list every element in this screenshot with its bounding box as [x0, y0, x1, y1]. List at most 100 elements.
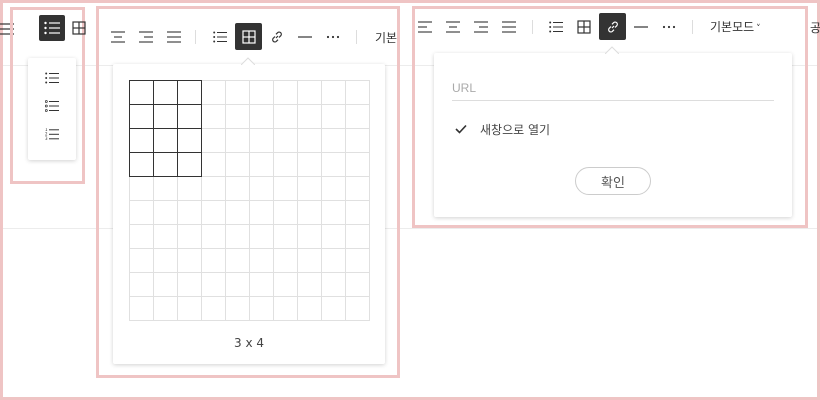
table-grid-cell[interactable]	[273, 80, 298, 105]
table-grid-cell[interactable]	[321, 152, 346, 177]
table-grid-cell[interactable]	[297, 296, 322, 321]
table-grid-cell[interactable]	[177, 224, 202, 249]
bullet-list-button[interactable]	[543, 14, 569, 40]
table-grid-cell[interactable]	[201, 152, 226, 177]
table-grid-cell[interactable]	[321, 80, 346, 105]
table-grid-cell[interactable]	[225, 272, 250, 297]
table-grid-cell[interactable]	[345, 224, 370, 249]
table-grid-cell[interactable]	[129, 224, 154, 249]
table-grid-cell[interactable]	[177, 176, 202, 201]
table-grid-cell[interactable]	[321, 272, 346, 297]
table-grid-cell[interactable]	[345, 296, 370, 321]
table-grid-cell[interactable]	[177, 296, 202, 321]
table-grid-cell[interactable]	[129, 176, 154, 201]
table-grid-cell[interactable]	[225, 248, 250, 273]
table-grid-cell[interactable]	[321, 224, 346, 249]
table-grid-cell[interactable]	[129, 152, 154, 177]
table-grid-cell[interactable]	[153, 128, 178, 153]
table-grid-cell[interactable]	[321, 296, 346, 321]
table-grid-cell[interactable]	[153, 224, 178, 249]
table-grid-cell[interactable]	[345, 80, 370, 105]
table-grid-cell[interactable]	[249, 176, 274, 201]
table-grid-cell[interactable]	[321, 200, 346, 225]
table-grid-cell[interactable]	[177, 104, 202, 129]
horizontal-rule-icon[interactable]	[292, 24, 318, 50]
table-grid-cell[interactable]	[201, 272, 226, 297]
circle-list-option[interactable]	[28, 92, 76, 120]
table-grid-cell[interactable]	[225, 104, 250, 129]
more-icon[interactable]	[320, 24, 346, 50]
bullet-list-button[interactable]	[207, 24, 233, 50]
table-grid-cell[interactable]	[273, 104, 298, 129]
table-grid-cell[interactable]	[249, 248, 274, 273]
link-button[interactable]	[599, 13, 626, 40]
table-grid-cell[interactable]	[297, 248, 322, 273]
table-grid-cell[interactable]	[249, 272, 274, 297]
table-grid-cell[interactable]	[201, 296, 226, 321]
table-grid-cell[interactable]	[177, 152, 202, 177]
table-grid-cell[interactable]	[129, 272, 154, 297]
table-grid-cell[interactable]	[153, 200, 178, 225]
table-grid-cell[interactable]	[321, 104, 346, 129]
table-grid-cell[interactable]	[297, 152, 322, 177]
table-grid-cell[interactable]	[273, 128, 298, 153]
table-grid-cell[interactable]	[177, 200, 202, 225]
table-button[interactable]	[66, 15, 92, 41]
align-right-icon[interactable]	[468, 14, 494, 40]
table-grid-cell[interactable]	[297, 104, 322, 129]
table-grid-cell[interactable]	[153, 104, 178, 129]
table-grid-cell[interactable]	[273, 200, 298, 225]
table-grid-cell[interactable]	[345, 128, 370, 153]
align-left-icon[interactable]	[412, 14, 438, 40]
table-grid-cell[interactable]	[297, 200, 322, 225]
table-grid-cell[interactable]	[273, 176, 298, 201]
horizontal-rule-icon[interactable]	[628, 14, 654, 40]
table-grid-cell[interactable]	[297, 224, 322, 249]
table-grid-cell[interactable]	[129, 80, 154, 105]
new-window-checkbox[interactable]	[454, 122, 468, 136]
table-grid-cell[interactable]	[249, 104, 274, 129]
table-grid-cell[interactable]	[201, 128, 226, 153]
table-grid-cell[interactable]	[177, 80, 202, 105]
table-grid-cell[interactable]	[249, 128, 274, 153]
numbered-list-option[interactable]: 123	[28, 120, 76, 148]
table-grid-cell[interactable]	[321, 248, 346, 273]
table-grid-cell[interactable]	[225, 296, 250, 321]
table-button[interactable]	[571, 14, 597, 40]
table-grid-cell[interactable]	[273, 152, 298, 177]
table-grid-cell[interactable]	[249, 152, 274, 177]
table-grid-cell[interactable]	[201, 80, 226, 105]
table-grid-cell[interactable]	[177, 128, 202, 153]
table-grid-cell[interactable]	[129, 128, 154, 153]
table-grid-cell[interactable]	[201, 200, 226, 225]
align-center-icon[interactable]	[105, 24, 131, 50]
table-grid-cell[interactable]	[273, 272, 298, 297]
table-grid-cell[interactable]	[177, 272, 202, 297]
table-grid-cell[interactable]	[273, 296, 298, 321]
table-grid-cell[interactable]	[345, 152, 370, 177]
bullet-list-option[interactable]	[28, 64, 76, 92]
table-grid-cell[interactable]	[249, 296, 274, 321]
table-grid-cell[interactable]	[345, 248, 370, 273]
table-grid-cell[interactable]	[225, 200, 250, 225]
table-grid-cell[interactable]	[129, 248, 154, 273]
table-button[interactable]	[235, 23, 262, 50]
mode-label[interactable]: 기본	[375, 29, 397, 46]
link-button[interactable]	[264, 24, 290, 50]
table-grid-cell[interactable]	[249, 224, 274, 249]
table-grid-cell[interactable]	[177, 248, 202, 273]
table-grid-cell[interactable]	[297, 80, 322, 105]
table-grid-cell[interactable]	[153, 176, 178, 201]
table-grid-cell[interactable]	[225, 176, 250, 201]
table-grid-cell[interactable]	[273, 224, 298, 249]
align-justify-icon[interactable]	[161, 24, 187, 50]
table-grid-cell[interactable]	[345, 272, 370, 297]
table-grid-cell[interactable]	[321, 128, 346, 153]
table-grid-cell[interactable]	[225, 152, 250, 177]
url-input[interactable]	[452, 75, 774, 101]
table-grid-cell[interactable]	[297, 272, 322, 297]
table-grid[interactable]	[129, 80, 370, 321]
table-grid-cell[interactable]	[297, 176, 322, 201]
table-grid-cell[interactable]	[297, 128, 322, 153]
table-grid-cell[interactable]	[345, 104, 370, 129]
